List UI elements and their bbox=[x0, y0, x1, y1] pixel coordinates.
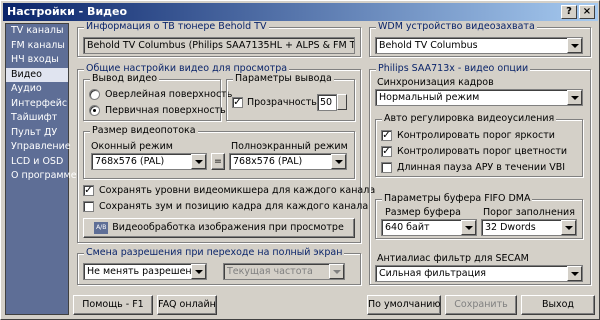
transparency-input[interactable]: 50 bbox=[317, 94, 337, 111]
chevron-down-icon bbox=[329, 264, 344, 279]
sidebar-item[interactable]: FM каналы bbox=[6, 39, 68, 54]
help-title-button[interactable]: ? bbox=[561, 5, 577, 19]
default-button[interactable]: По умолчанию bbox=[367, 295, 441, 315]
help-button[interactable]: Помощь - F1 bbox=[73, 295, 153, 315]
primary-surface-label: Первичная поверхность bbox=[105, 105, 226, 116]
chevron-down-icon bbox=[331, 154, 346, 169]
color-threshold-label: Контролировать порог цветности bbox=[397, 146, 568, 157]
chevron-down-icon bbox=[567, 90, 582, 105]
chevron-down-icon bbox=[191, 154, 206, 169]
fifo-title: Параметры буфера FIFO DMA bbox=[382, 193, 533, 205]
sidebar-item[interactable]: Видео bbox=[6, 67, 68, 82]
sidebar-item[interactable]: Интерфейс bbox=[6, 97, 68, 112]
wdm-title: WDM устройство видеозахвата bbox=[376, 21, 537, 33]
secam-select[interactable]: Сильная фильтрация bbox=[375, 265, 583, 282]
sidebar-item[interactable]: TV каналы bbox=[6, 24, 68, 39]
chevron-down-icon bbox=[191, 264, 206, 279]
sidebar-item[interactable]: Аудио bbox=[6, 82, 68, 97]
sidebar-item[interactable]: НЧ входы bbox=[6, 53, 68, 68]
long-pause-label: Длинная пауза АРУ в течении VBI bbox=[397, 162, 566, 173]
long-pause-checkbox[interactable] bbox=[381, 162, 392, 173]
brightness-threshold-checkbox[interactable]: ✓ bbox=[381, 130, 392, 141]
frequency-value: Текущая частота bbox=[227, 266, 313, 277]
save-zoom-checkbox[interactable] bbox=[83, 201, 94, 212]
buffer-size-value: 640 байт bbox=[385, 222, 430, 233]
fill-threshold-select[interactable]: 32 Dwords bbox=[481, 219, 577, 236]
sidebar-item[interactable]: Тайшифт bbox=[6, 111, 68, 126]
color-threshold-checkbox[interactable]: ✓ bbox=[381, 146, 392, 157]
save-button[interactable]: Сохранить bbox=[445, 295, 517, 315]
brightness-threshold-label: Контролировать порог яркости bbox=[397, 130, 555, 141]
sidebar-item[interactable]: Управление bbox=[6, 140, 71, 155]
window-mode-value: 768x576 (PAL) bbox=[95, 156, 165, 167]
wdm-select[interactable]: Behold TV Columbus bbox=[375, 37, 583, 54]
fullscreen-mode-label: Полноэкранный режим bbox=[231, 141, 348, 152]
secam-label: Антиалиас фильтр для SECAM bbox=[377, 253, 529, 264]
sidebar-item[interactable]: Пульт ДУ bbox=[6, 126, 68, 141]
sidebar-item[interactable]: LCD и OSD bbox=[6, 155, 68, 170]
sync-value: Нормальный режим bbox=[379, 92, 480, 103]
secam-value: Сильная фильтрация bbox=[379, 268, 486, 279]
window-mode-select[interactable]: 768x576 (PAL) bbox=[91, 153, 207, 170]
settings-window: Настройки - Видео ? × TV каналы FM каналы… bbox=[0, 0, 600, 320]
save-mixer-checkbox[interactable]: ✓ bbox=[83, 185, 94, 196]
sidebar-item[interactable]: О программе bbox=[6, 169, 77, 184]
overlay-radio-label: Оверлейная поверхность bbox=[105, 89, 233, 100]
fullscreen-mode-value: 768x576 (PAL) bbox=[233, 156, 303, 167]
wdm-value: Behold TV Columbus bbox=[379, 40, 478, 51]
transparency-spinner[interactable] bbox=[337, 94, 347, 110]
sync-label: Синхронизация кадров bbox=[377, 77, 494, 88]
tuner-info-field: Behold TV Columbus (Philips SAA7135HL + … bbox=[83, 37, 355, 54]
fullscreen-mode-select[interactable]: 768x576 (PAL) bbox=[229, 153, 347, 170]
link-sizes-button[interactable]: = bbox=[211, 153, 225, 170]
fill-threshold-value: 32 Dwords bbox=[485, 222, 536, 233]
chevron-down-icon bbox=[567, 38, 582, 53]
sync-select[interactable]: Нормальный режим bbox=[375, 89, 583, 106]
buffer-size-select[interactable]: 640 байт bbox=[381, 219, 477, 236]
fill-threshold-label: Порог заполнения bbox=[483, 207, 575, 218]
video-processing-label: Видеообработка изображения при просмотре bbox=[112, 222, 344, 233]
chevron-down-icon bbox=[461, 220, 476, 235]
agc-title: Авто регулировка видеоусиления bbox=[382, 113, 557, 125]
resolution-value: Не менять разрешение bbox=[87, 266, 204, 277]
buffer-size-label: Размер буфера bbox=[385, 207, 461, 218]
transparency-checkbox[interactable]: ✓ bbox=[232, 97, 243, 108]
tuner-info-title: Информация о ТВ тюнере Behold TV bbox=[84, 21, 269, 33]
primary-surface-radio[interactable] bbox=[89, 105, 100, 116]
fullscreen-title: Смена разрешения при переходе на полный … bbox=[84, 247, 345, 259]
output-params-title: Параметры вывода bbox=[233, 73, 334, 85]
video-processing-button[interactable]: A/B Видеообработка изображения при просмо… bbox=[83, 218, 355, 238]
resolution-select[interactable]: Не менять разрешение bbox=[83, 263, 207, 280]
stream-size-title: Размер видеопотока bbox=[90, 125, 198, 137]
window-mode-label: Оконный режим bbox=[91, 141, 173, 152]
close-title-button[interactable]: × bbox=[579, 5, 595, 19]
frequency-select: Текущая частота bbox=[223, 263, 345, 280]
exit-button[interactable]: Выход bbox=[521, 295, 595, 315]
save-mixer-label: Сохранять уровни видеомикшера для каждог… bbox=[99, 185, 376, 196]
chevron-down-icon bbox=[567, 266, 582, 281]
overlay-radio[interactable] bbox=[89, 89, 100, 100]
save-zoom-label: Сохранять зум и позицию кадра для каждог… bbox=[99, 201, 369, 212]
sidebar: TV каналы FM каналы НЧ входы Видео Аудио Инте… bbox=[5, 23, 77, 315]
title-bar: Настройки - Видео ? × bbox=[3, 3, 598, 21]
video-processing-icon: A/B bbox=[94, 221, 109, 234]
philips-title: Philips SAA713x - видео опции bbox=[376, 63, 531, 75]
faq-button[interactable]: FAQ онлайн bbox=[157, 295, 217, 315]
window-title: Настройки - Видео bbox=[7, 5, 128, 18]
chevron-down-icon bbox=[561, 220, 576, 235]
video-output-title: Вывод видео bbox=[90, 73, 160, 85]
